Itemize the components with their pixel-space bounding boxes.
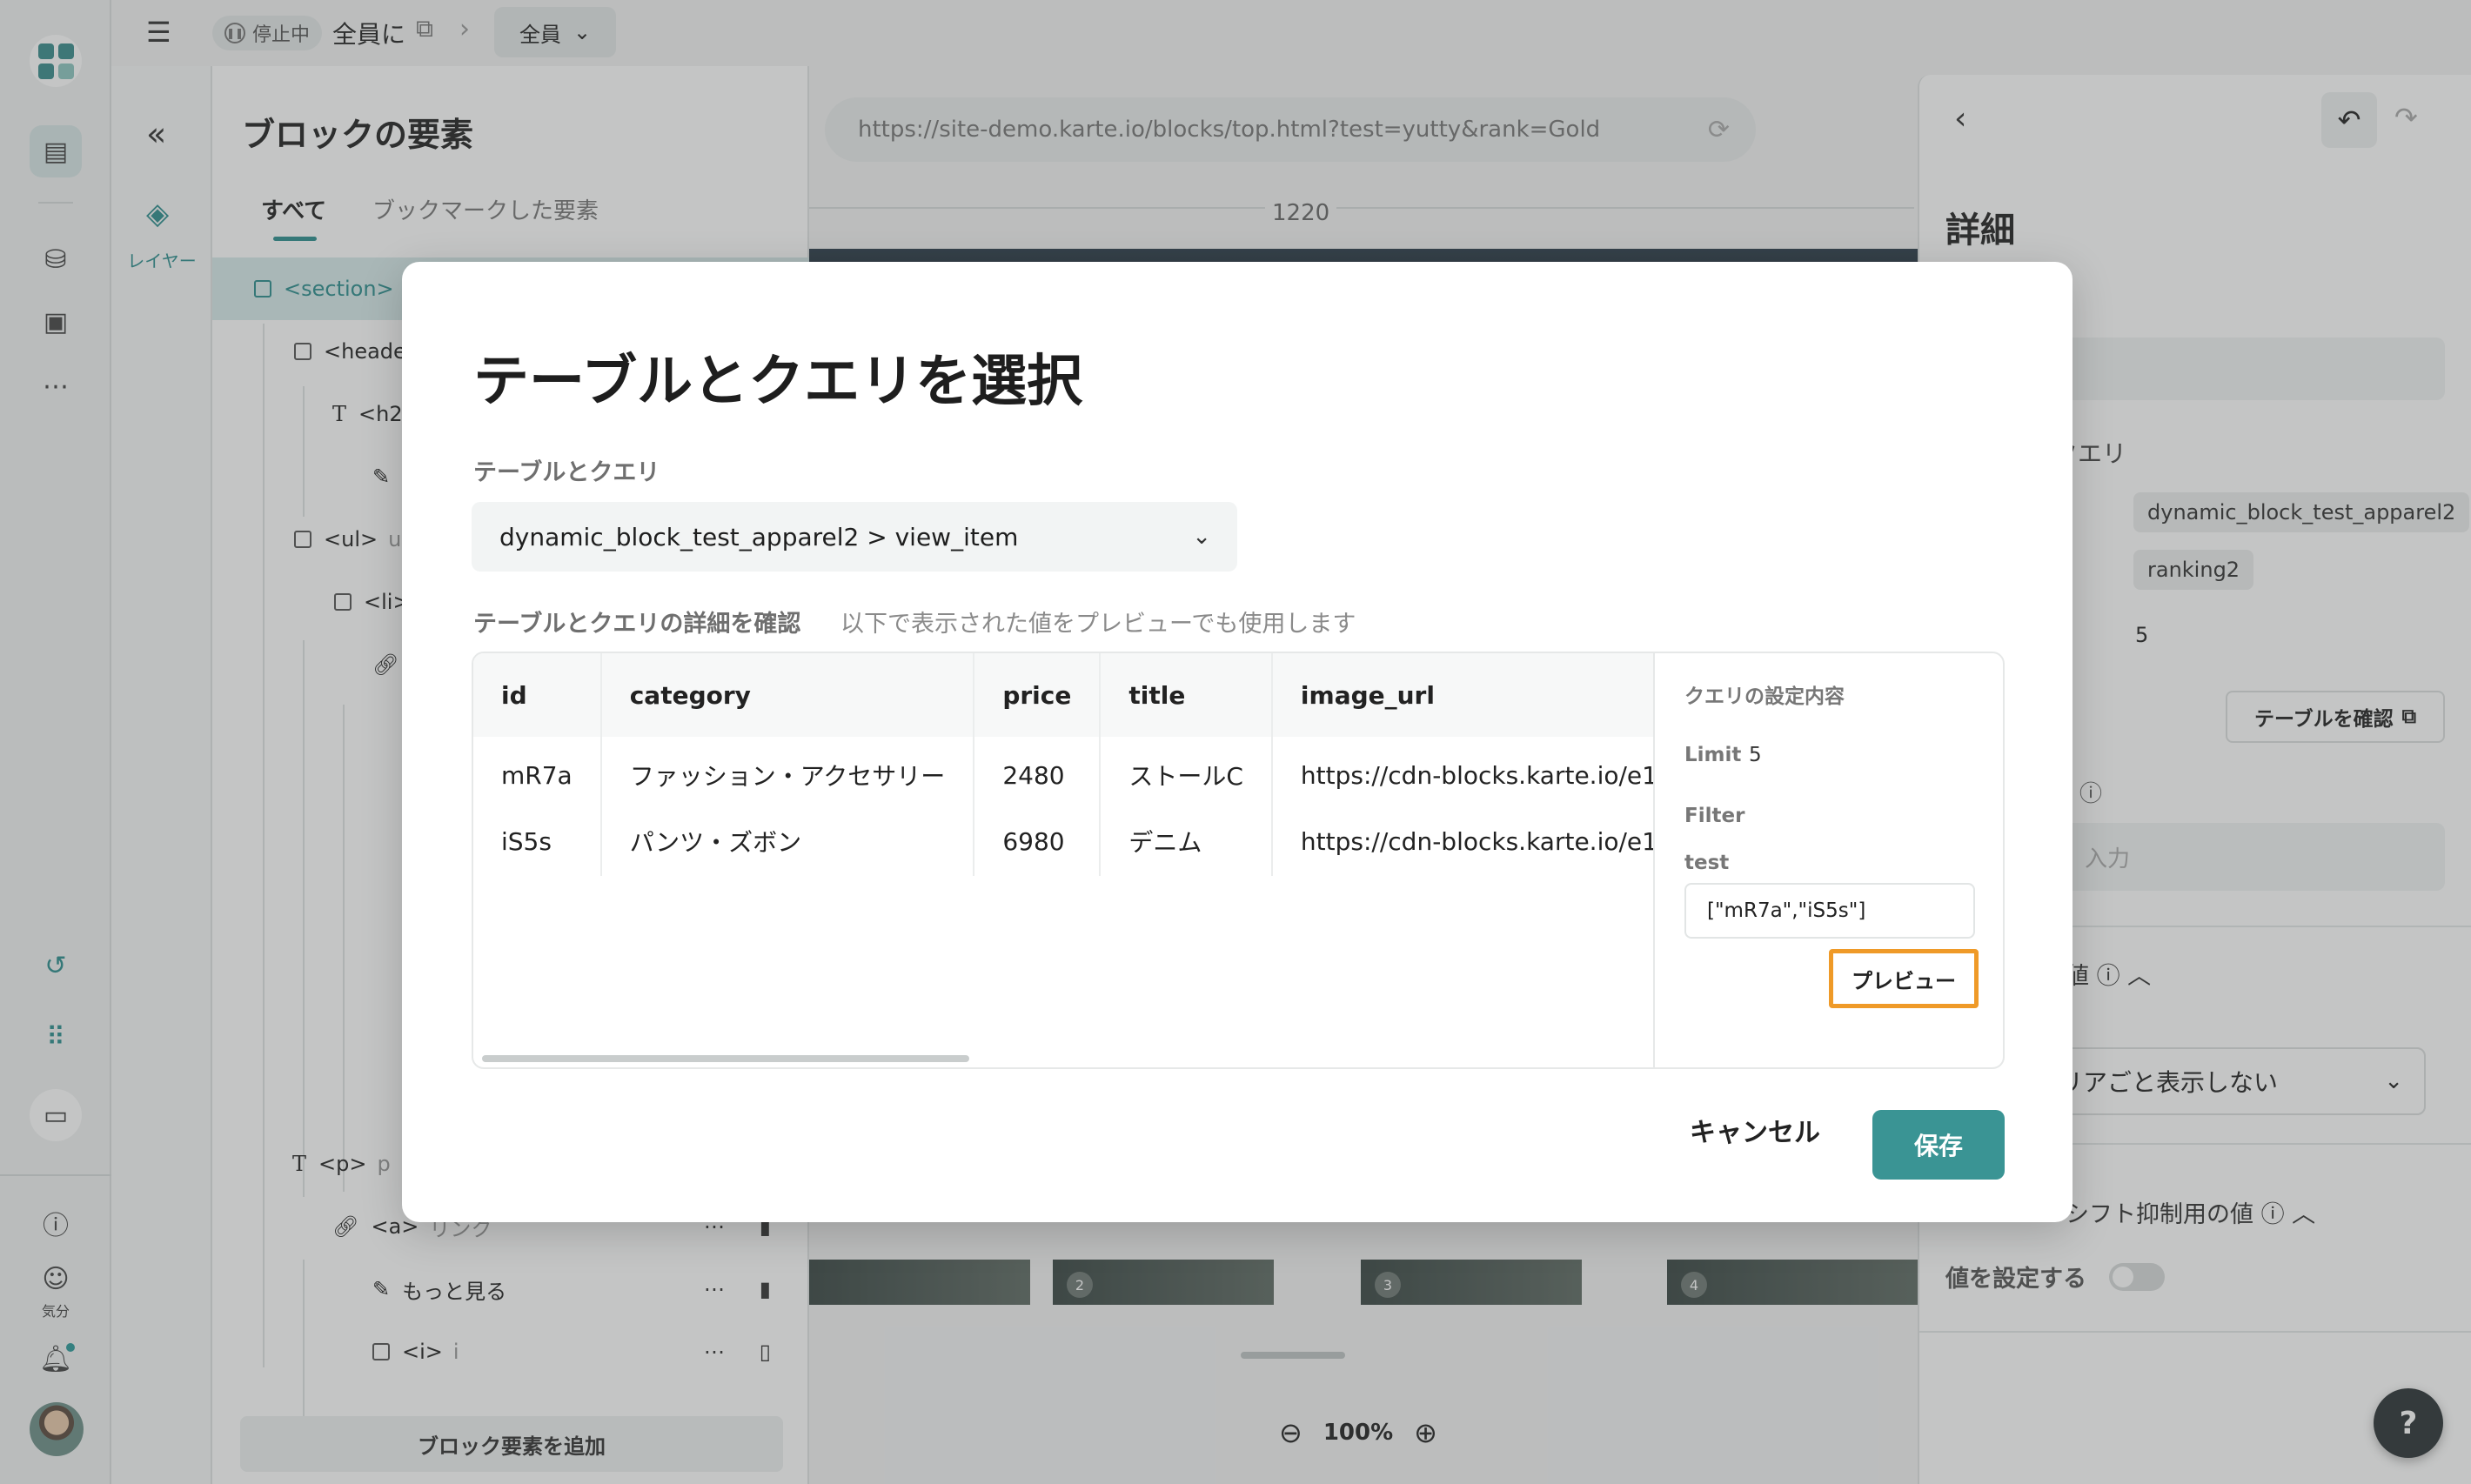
table-cell: mR7a xyxy=(473,737,602,806)
data-table-scroll[interactable]: id category price title image_url mR7a フ… xyxy=(473,653,1655,1067)
table-cell: デニム xyxy=(1100,806,1273,876)
table-row: iS5s パンツ・ズボン 6980 デニム https://cdn-blocks… xyxy=(473,806,1655,876)
table-cell: 6980 xyxy=(974,806,1102,876)
table-cell: https://cdn-blocks.karte.io/e199 xyxy=(1300,760,1655,790)
data-table-card: id category price title image_url mR7a フ… xyxy=(472,652,2005,1069)
query-settings-title: クエリの設定内容 xyxy=(1684,685,1845,708)
column-header: id xyxy=(473,653,602,737)
limit-value: 5 xyxy=(1749,744,1762,766)
column-header: image_url xyxy=(1271,653,1653,737)
column-header: category xyxy=(600,653,975,737)
table-cell: パンツ・ズボン xyxy=(600,806,975,876)
table-query-select[interactable]: dynamic_block_test_apparel2 > view_item … xyxy=(472,502,1237,572)
preview-button[interactable]: プレビュー xyxy=(1829,949,1979,1008)
table-cell: 2480 xyxy=(974,737,1102,806)
query-settings-panel: クエリの設定内容 Limit 5 Filter test ["mR7a","iS… xyxy=(1655,653,2003,1067)
horizontal-scrollbar[interactable] xyxy=(482,1055,969,1062)
details-label: テーブルとクエリの詳細を確認 xyxy=(473,611,801,638)
table-cell: ファッション・アクセサリー xyxy=(600,737,975,806)
save-button[interactable]: 保存 xyxy=(1872,1110,2005,1180)
details-hint: 以下で表示された値をプレビューでも使用します xyxy=(840,611,1356,638)
table-query-label: テーブルとクエリ xyxy=(473,459,660,486)
selected-value: dynamic_block_test_apparel2 > view_item xyxy=(499,522,1019,551)
table-cell: https://cdn-blocks.karte.io/e199 xyxy=(1300,826,1655,856)
select-table-query-modal: テーブルとクエリを選択 テーブルとクエリ dynamic_block_test_… xyxy=(402,262,2073,1222)
data-table: id category price title image_url mR7a フ… xyxy=(473,653,1655,876)
filter-param-input[interactable]: ["mR7a","iS5s"] xyxy=(1684,883,1975,939)
column-header: price xyxy=(974,653,1102,737)
filter-label: Filter xyxy=(1684,805,1745,827)
limit-label: Limit xyxy=(1684,744,1742,766)
table-header-row: id category price title image_url xyxy=(473,653,1653,737)
modal-title: テーブルとクエリを選択 xyxy=(473,350,1083,414)
filter-param-label: test xyxy=(1684,852,1730,874)
cancel-button[interactable]: キャンセル xyxy=(1690,1111,1820,1149)
table-row: mR7a ファッション・アクセサリー 2480 ストールC https://cd… xyxy=(473,737,1655,806)
column-header: title xyxy=(1100,653,1273,737)
table-cell: iS5s xyxy=(473,806,602,876)
table-cell: ストールC xyxy=(1100,737,1273,806)
chevron-down-icon: ⌄ xyxy=(1192,524,1211,550)
